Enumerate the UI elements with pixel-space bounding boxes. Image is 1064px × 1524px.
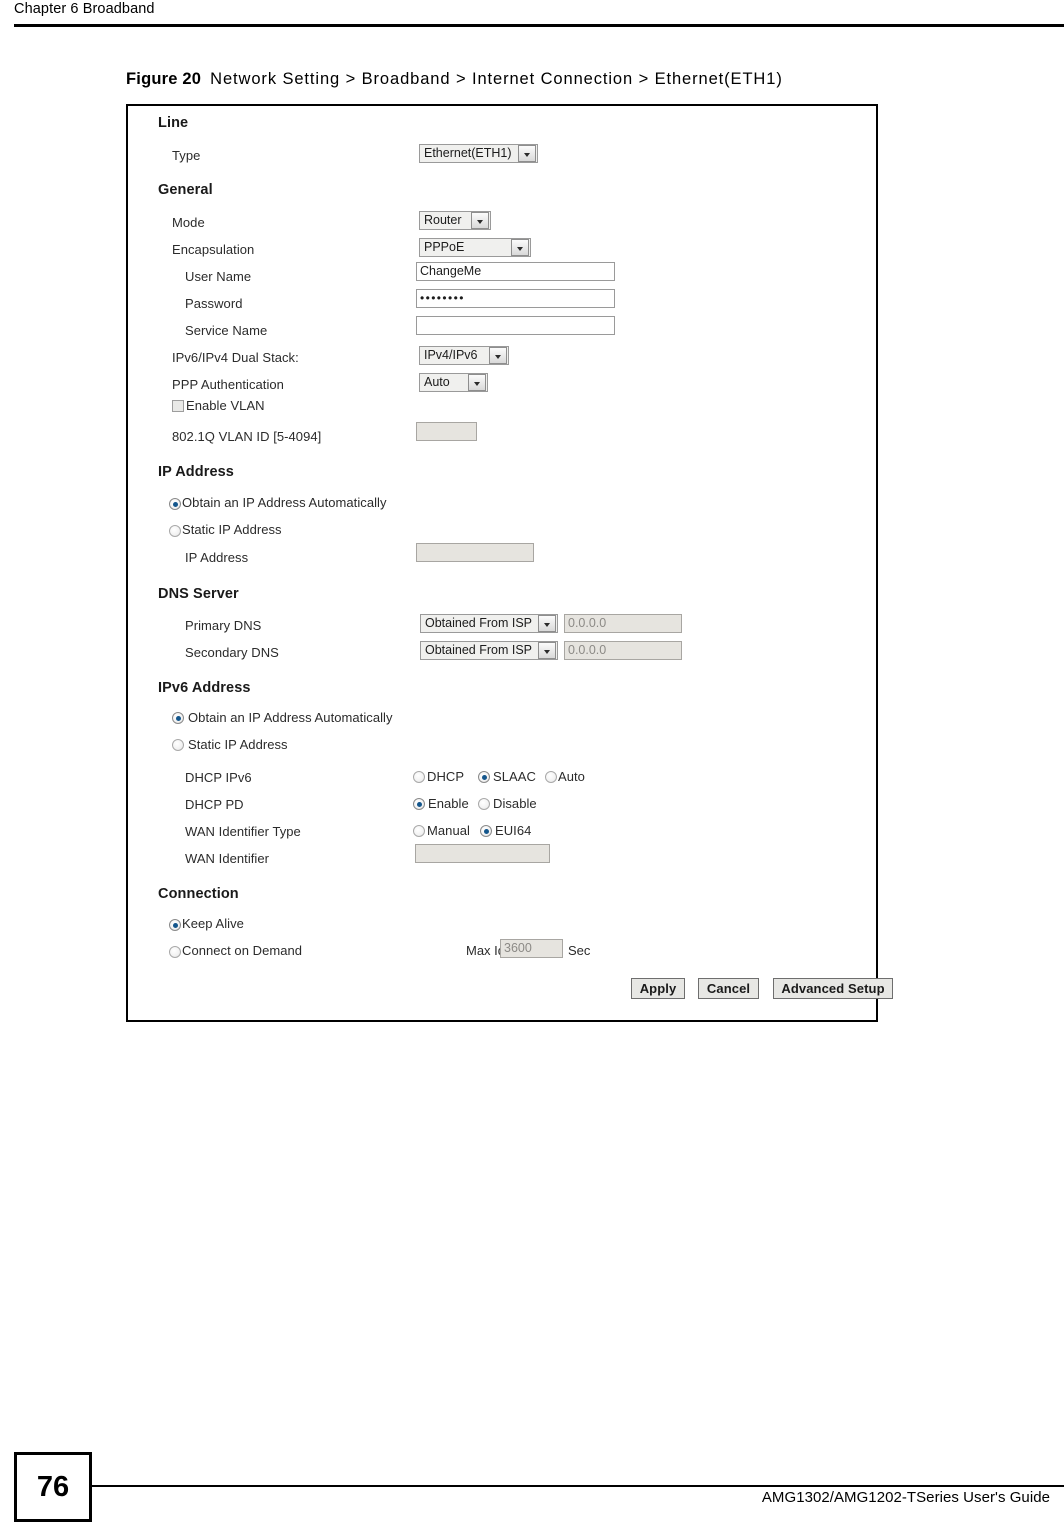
- radio-keep-alive[interactable]: [169, 919, 181, 931]
- select-mode[interactable]: Router: [419, 211, 491, 230]
- label-dhcp-ipv6-auto: Auto: [558, 769, 585, 784]
- input-service-name[interactable]: [416, 316, 615, 335]
- advanced-setup-button[interactable]: Advanced Setup: [773, 978, 893, 999]
- select-mode-value: Router: [424, 213, 462, 227]
- router-config-screenshot: Line Type Ethernet(ETH1) General Mode Ro…: [126, 104, 893, 1022]
- label-dhcp-ipv6-dhcp: DHCP: [427, 769, 465, 784]
- label-type: Type: [172, 148, 201, 163]
- header-divider: [14, 24, 1064, 27]
- label-keep-alive: Keep Alive: [182, 916, 244, 931]
- label-primary-dns: Primary DNS: [185, 618, 262, 633]
- figure-number: Figure 20: [126, 70, 202, 88]
- figure-title: Network Setting > Broadband > Internet C…: [210, 70, 783, 88]
- label-dhcp-ipv6-slaac: SLAAC: [493, 769, 536, 784]
- radio-wan-identifier-manual[interactable]: [413, 825, 425, 837]
- chevron-down-icon: [471, 212, 489, 229]
- radio-static-ip-address[interactable]: [169, 525, 181, 537]
- radio-obtain-ip-automatically[interactable]: [169, 498, 181, 510]
- input-ip-address[interactable]: [416, 543, 534, 562]
- radio-wan-identifier-eui64[interactable]: [480, 825, 492, 837]
- label-dhcp-pd-disable: Disable: [493, 796, 537, 811]
- input-max-idle-time[interactable]: 3600: [500, 939, 563, 958]
- label-wan-identifier: WAN Identifier: [185, 851, 270, 866]
- label-dhcp-ipv6: DHCP IPv6: [185, 770, 252, 785]
- footer-guide-title: AMG1302/AMG1202-TSeries User's Guide: [761, 1489, 1050, 1506]
- select-ppp-authentication[interactable]: Auto: [419, 373, 488, 392]
- label-connect-on-demand: Connect on Demand: [182, 943, 303, 958]
- label-secondary-dns: Secondary DNS: [185, 645, 279, 660]
- select-encapsulation-value: PPPoE: [424, 240, 465, 254]
- select-primary-dns-mode-value: Obtained From ISP: [425, 616, 532, 630]
- radio-connect-on-demand[interactable]: [169, 946, 181, 958]
- checkbox-enable-vlan[interactable]: [172, 400, 184, 412]
- chevron-down-icon: [518, 145, 536, 162]
- label-user-name: User Name: [185, 269, 252, 284]
- chevron-down-icon: [511, 239, 529, 256]
- select-dual-stack[interactable]: IPv4/IPv6: [419, 346, 509, 365]
- input-vlan-id[interactable]: [416, 422, 477, 441]
- section-heading-connection: Connection: [158, 886, 239, 902]
- label-mode: Mode: [172, 215, 205, 230]
- label-ipv6-obtain-automatically: Obtain an IP Address Automatically: [188, 710, 393, 725]
- radio-dhcp-ipv6-dhcp[interactable]: [413, 771, 425, 783]
- select-secondary-dns-mode[interactable]: Obtained From ISP: [420, 641, 558, 660]
- label-dhcp-pd: DHCP PD: [185, 797, 244, 812]
- label-encapsulation: Encapsulation: [172, 242, 255, 257]
- select-primary-dns-mode[interactable]: Obtained From ISP: [420, 614, 558, 633]
- radio-dhcp-pd-enable[interactable]: [413, 798, 425, 810]
- label-service-name: Service Name: [185, 323, 268, 338]
- label-ipv6-static-ip-address: Static IP Address: [188, 737, 288, 752]
- chevron-down-icon: [489, 347, 507, 364]
- label-static-ip-address: Static IP Address: [182, 522, 282, 537]
- select-line-type-value: Ethernet(ETH1): [424, 146, 512, 160]
- select-ppp-authentication-value: Auto: [424, 375, 450, 389]
- radio-ipv6-obtain-automatically[interactable]: [172, 712, 184, 724]
- section-heading-dns-server: DNS Server: [158, 586, 239, 602]
- chapter-label: Chapter 6 Broadband: [14, 1, 155, 17]
- section-heading-ipv6-address: IPv6 Address: [158, 680, 251, 696]
- input-primary-dns[interactable]: 0.0.0.0: [564, 614, 682, 633]
- label-enable-vlan: Enable VLAN: [186, 398, 265, 413]
- cancel-button[interactable]: Cancel: [698, 978, 759, 999]
- radio-dhcp-pd-disable[interactable]: [478, 798, 490, 810]
- radio-dhcp-ipv6-auto[interactable]: [545, 771, 557, 783]
- label-ip-address: IP Address: [185, 550, 249, 565]
- input-wan-identifier[interactable]: [415, 844, 550, 863]
- label-vlan-id: 802.1Q VLAN ID [5-4094]: [172, 429, 322, 444]
- label-obtain-ip-automatically: Obtain an IP Address Automatically: [182, 495, 387, 510]
- chevron-down-icon: [538, 615, 556, 632]
- input-secondary-dns[interactable]: 0.0.0.0: [564, 641, 682, 660]
- label-wan-identifier-eui64: EUI64: [495, 823, 532, 838]
- input-user-name[interactable]: ChangeMe: [416, 262, 615, 281]
- radio-dhcp-ipv6-slaac[interactable]: [478, 771, 490, 783]
- radio-ipv6-static-ip-address[interactable]: [172, 739, 184, 751]
- section-heading-general: General: [158, 182, 213, 198]
- chevron-down-icon: [538, 642, 556, 659]
- page-number: 76: [14, 1452, 92, 1522]
- label-wan-identifier-manual: Manual: [427, 823, 470, 838]
- label-password: Password: [185, 296, 243, 311]
- section-heading-ip-address: IP Address: [158, 464, 234, 480]
- label-ppp-authentication: PPP Authentication: [172, 377, 284, 392]
- select-dual-stack-value: IPv4/IPv6: [424, 348, 478, 362]
- select-encapsulation[interactable]: PPPoE: [419, 238, 531, 257]
- page-footer: 76 AMG1302/AMG1202-TSeries User's Guide: [0, 1452, 1064, 1524]
- apply-button[interactable]: Apply: [631, 978, 685, 999]
- label-dual-stack: IPv6/IPv4 Dual Stack:: [172, 350, 299, 365]
- select-line-type[interactable]: Ethernet(ETH1): [419, 144, 538, 163]
- footer-divider: [92, 1485, 1064, 1487]
- select-secondary-dns-mode-value: Obtained From ISP: [425, 643, 532, 657]
- label-wan-identifier-type: WAN Identifier Type: [185, 824, 301, 839]
- label-max-idle-time-unit: Sec: [568, 943, 591, 958]
- chevron-down-icon: [468, 374, 486, 391]
- label-dhcp-pd-enable: Enable: [428, 796, 469, 811]
- section-heading-line: Line: [158, 115, 189, 131]
- page-running-header: Chapter 6 Broadband: [0, 0, 1064, 28]
- figure-caption: Figure 20 Network Setting > Broadband > I…: [126, 70, 783, 89]
- input-password[interactable]: ••••••••: [416, 289, 615, 308]
